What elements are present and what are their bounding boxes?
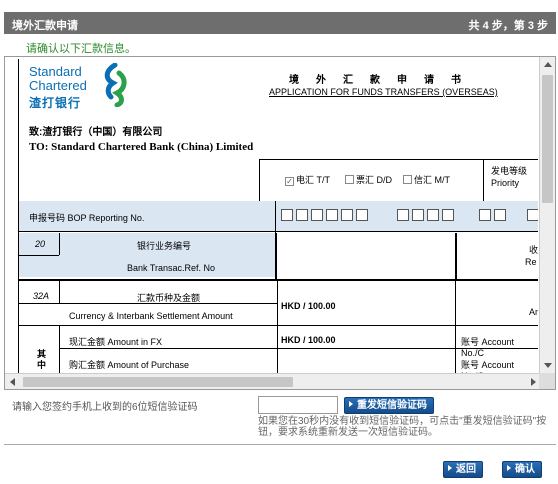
sms-code-input[interactable] (258, 396, 338, 414)
checkbox-icon (403, 175, 412, 184)
ref-label-en: Bank Transac.Ref. No (127, 263, 216, 273)
bank-logo: Standard Chartered 渣打银行 (27, 63, 131, 111)
scroll-left-icon[interactable] (10, 378, 15, 386)
step-indicator: 共 4 步，第 3 步 (468, 20, 548, 32)
bop-boxes-group3 (479, 209, 509, 224)
table-border (455, 233, 457, 279)
recipient-bank-en: TO: Standard Chartered Bank (China) Limi… (29, 141, 254, 153)
ref-field-number: 20 (35, 239, 46, 249)
scroll-right-icon[interactable] (531, 378, 536, 386)
method-mt: 信汇 M/T (403, 173, 450, 186)
arrow-right-icon (349, 401, 353, 407)
bop-boxes-group1 (281, 209, 371, 224)
ref-label-cn: 银行业务编号 (137, 241, 192, 251)
table-border (19, 325, 538, 326)
sms-code-label: 请输入您签约手机上收到的6位短信验证码 (12, 402, 198, 413)
table-border (259, 159, 260, 201)
back-button[interactable]: 返回 (443, 461, 483, 478)
currency-right-label: Am (529, 307, 538, 317)
method-dd: 票汇 D/D (345, 173, 392, 186)
table-border (275, 233, 277, 279)
scroll-up-icon[interactable] (544, 62, 552, 67)
ref-right-label-cn: 收 (529, 245, 538, 255)
table-border (59, 281, 60, 303)
logo-text-line1: Standard (29, 64, 82, 79)
table-border (19, 231, 538, 232)
table-border (259, 159, 538, 160)
form-title-cn: 境外汇款申请书 (289, 75, 478, 86)
scroll-thumb-vertical[interactable] (542, 75, 553, 203)
table-border (483, 159, 484, 201)
table-border (59, 348, 538, 349)
purchase-amount-label: 购汇金额 Amount of Purchase (69, 360, 190, 370)
logo-text-line2: Chartered (29, 78, 87, 93)
checkbox-icon (345, 175, 354, 184)
priority-label: 发电等级 Priority (491, 166, 528, 188)
table-border (19, 255, 59, 256)
scroll-corner (539, 373, 555, 389)
form-preview-viewer[interactable]: Standard Chartered 渣打银行 境外汇款申请书 APPLICAT… (4, 56, 556, 390)
page-title: 境外汇款申请 (12, 20, 78, 32)
application-form: Standard Chartered 渣打银行 境外汇款申请书 APPLICAT… (18, 59, 538, 373)
table-border (19, 279, 538, 281)
method-tt: ✓ 电汇 T/T (285, 175, 330, 186)
table-border (59, 325, 60, 373)
fx-account-label: 账号 Account No./C (461, 337, 515, 358)
ref-right-label-en: Re (525, 257, 537, 267)
bop-boxes-group4 (527, 209, 538, 224)
table-border (277, 281, 278, 373)
table-border (455, 281, 456, 373)
logo-text-cn: 渣打银行 (29, 96, 82, 110)
form-title-en: APPLICATION FOR FUNDS TRANSFERS (OVERSEA… (269, 87, 498, 97)
page-header: 境外汇款申请 共 4 步，第 3 步 (4, 12, 556, 34)
vertical-scrollbar[interactable] (539, 57, 555, 373)
scroll-thumb-horizontal[interactable] (23, 377, 293, 387)
bank-logo-icon (104, 63, 127, 107)
table-border (275, 201, 276, 233)
table-border (59, 233, 60, 255)
scroll-down-icon[interactable] (544, 363, 552, 368)
currency-label-cn: 汇款币种及金额 (137, 293, 201, 303)
checkbox-checked-icon: ✓ (285, 177, 294, 186)
of-which-label: 其中 (37, 349, 47, 370)
fx-amount-value: HKD / 100.00 (281, 335, 336, 345)
bop-boxes-group2 (397, 209, 457, 224)
confirm-message: 请确认以下汇款信息。 (26, 43, 136, 55)
resend-sms-button[interactable]: 重发短信验证码 (344, 397, 434, 414)
sms-help-note: 如果您在30秒内没有收到短信验证码，可点击"重发短信验证码"按钮，要求系统重新发… (258, 416, 547, 438)
confirm-button[interactable]: 确认 (502, 461, 542, 478)
arrow-right-icon (507, 465, 511, 471)
currency-field-number: 32A (33, 291, 50, 301)
divider (4, 444, 556, 445)
horizontal-scrollbar[interactable] (5, 373, 541, 389)
bop-label: 申报号码 BOP Reporting No. (29, 213, 145, 223)
purchase-account-label: 账号 Account No./C (461, 360, 515, 373)
currency-label-en: Currency & Interbank Settlement Amount (69, 311, 233, 321)
recipient-bank-cn: 致:渣打银行（中国）有限公司 (29, 127, 163, 138)
fx-amount-label: 现汇金额 Amount in FX (69, 337, 163, 347)
arrow-right-icon (448, 465, 452, 471)
currency-amount-value: HKD / 100.00 (281, 301, 336, 311)
